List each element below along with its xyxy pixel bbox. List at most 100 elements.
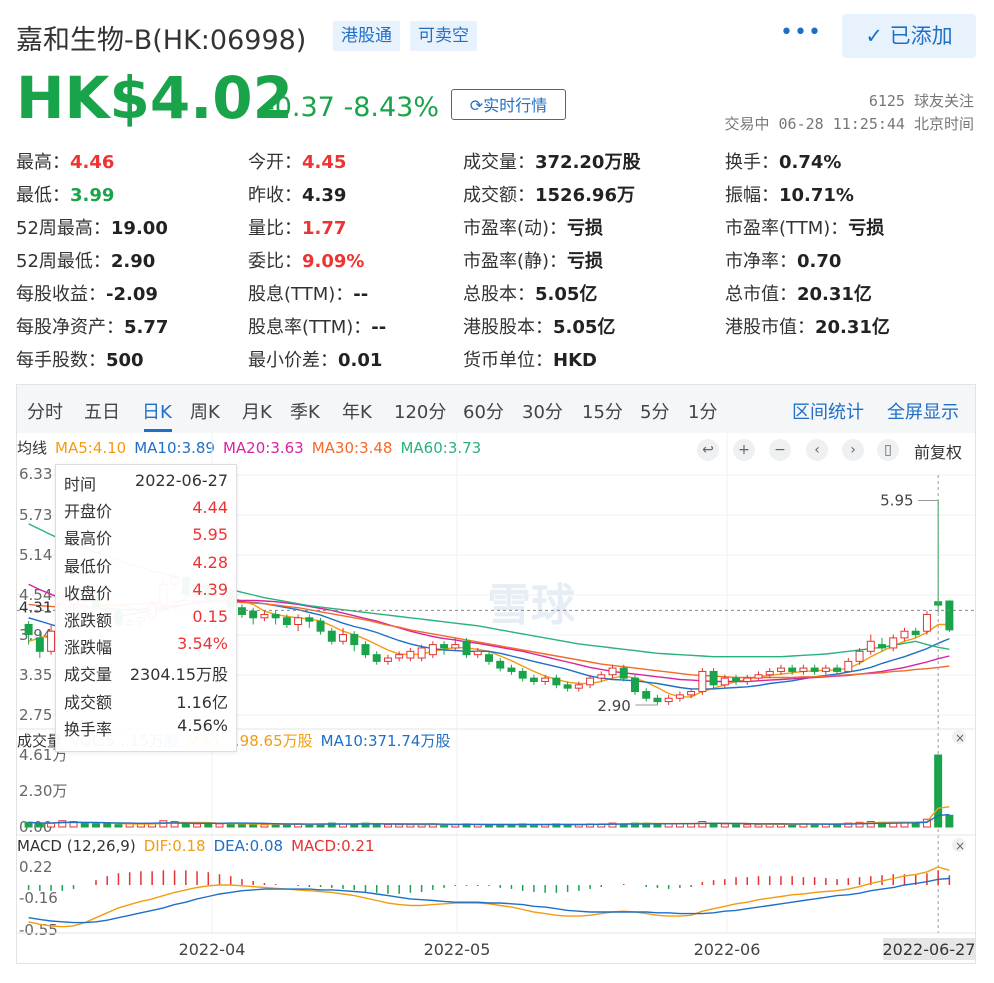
candle-body[interactable] [294, 617, 303, 625]
quote-label: 委比： [248, 251, 302, 272]
quote-label: 每手股数： [16, 350, 106, 371]
candle-body[interactable] [541, 677, 550, 682]
candle-body[interactable] [732, 677, 741, 682]
candle-body[interactable] [316, 620, 325, 632]
candle-body[interactable] [271, 613, 280, 619]
candle-body[interactable] [282, 617, 291, 625]
candle-body[interactable] [383, 657, 392, 662]
quote-label: 最高： [16, 152, 70, 173]
candle-body[interactable] [619, 667, 628, 679]
candle-body[interactable] [653, 697, 662, 703]
candle-body[interactable] [799, 667, 808, 672]
candle-body[interactable] [586, 677, 595, 686]
candle-body[interactable] [339, 634, 348, 642]
high-marker-label: 5.95 [880, 491, 913, 509]
candle-body[interactable] [249, 610, 258, 619]
candle-body[interactable] [574, 684, 583, 689]
x-axis-label: 2022-05 [424, 940, 491, 959]
candle-body[interactable] [855, 650, 864, 662]
candle-body[interactable] [675, 694, 684, 699]
volume-bar [215, 823, 224, 828]
candle-body[interactable] [743, 677, 752, 682]
candle-body[interactable] [552, 677, 561, 686]
quote-label: 市盈率(TTM)： [725, 218, 849, 239]
candle-body[interactable] [833, 667, 842, 672]
quote-field: 每手股数：500 [16, 346, 144, 372]
candle-body[interactable] [237, 607, 246, 615]
candle-body[interactable] [597, 674, 606, 679]
candle-body[interactable] [630, 677, 639, 693]
tag-short-sell[interactable]: 可卖空 [410, 21, 477, 51]
candle-body[interactable] [395, 654, 404, 659]
quote-label: 总市值： [725, 284, 797, 305]
candle-body[interactable] [529, 677, 538, 682]
candle-body[interactable] [35, 637, 44, 652]
candle-body[interactable] [866, 640, 875, 652]
more-button[interactable]: ••• [780, 20, 822, 45]
candle-body[interactable] [473, 650, 482, 656]
candle-body[interactable] [900, 630, 909, 639]
quote-label: 每股收益： [16, 284, 106, 305]
candle-body[interactable] [406, 650, 415, 659]
candle-body[interactable] [260, 613, 269, 619]
candle-body[interactable] [720, 677, 729, 686]
low-marker-label: 2.90 [597, 697, 630, 715]
tooltip-value: 0.15 [192, 607, 228, 626]
candle-body[interactable] [945, 600, 954, 631]
tooltip-label: 涨跌额 [64, 611, 113, 630]
candle-body[interactable] [922, 613, 931, 632]
followers-count: 6125 球友关注 [868, 92, 974, 110]
candle-body[interactable] [698, 670, 707, 693]
x-axis-label: 2022-04 [179, 940, 246, 959]
candle-body[interactable] [440, 644, 449, 649]
tooltip-value: 4.56% [177, 715, 228, 735]
close-macd-x[interactable]: × [955, 839, 965, 853]
tag-hk-connect[interactable]: 港股通 [333, 21, 400, 51]
candle-body[interactable] [372, 654, 381, 662]
candle-body[interactable] [878, 644, 886, 649]
quote-value: 500 [106, 350, 144, 371]
candle-body[interactable] [765, 670, 774, 676]
candle-body[interactable] [810, 667, 819, 672]
candle-body[interactable] [563, 684, 572, 689]
candle-body[interactable] [821, 667, 830, 672]
realtime-quote-button[interactable]: ⟳实时行情 [451, 89, 566, 120]
candle-body[interactable] [889, 637, 898, 649]
candle-body[interactable] [350, 634, 359, 646]
candle-body[interactable] [788, 667, 797, 672]
quote-field: 换手：0.74% [725, 148, 841, 174]
candle-body[interactable] [451, 644, 460, 649]
candle-body[interactable] [327, 630, 336, 642]
candle-body[interactable] [518, 670, 527, 679]
macd-legend: MACD (12,26,9) DIF:0.18 DEA:0.08 MACD:0.21 [17, 837, 383, 855]
candle-body[interactable] [642, 691, 651, 699]
candle-body[interactable] [428, 644, 437, 656]
macd-axis-label: -0.16 [19, 889, 58, 907]
quote-field: 52周最高：19.00 [16, 214, 168, 240]
candle-body[interactable] [754, 674, 763, 679]
candle-body[interactable] [608, 667, 617, 676]
quote-value: 5.77 [124, 317, 169, 338]
candle-body[interactable] [776, 667, 785, 672]
quote-value: 亏损 [848, 218, 885, 239]
candle-body[interactable] [709, 670, 718, 686]
candle-body[interactable] [496, 660, 505, 669]
candle-body[interactable] [911, 630, 920, 636]
candle-body[interactable] [485, 654, 493, 662]
candle-body[interactable] [24, 623, 33, 636]
close-volume-x[interactable]: × [955, 731, 965, 745]
added-watchlist-button[interactable]: ✓ 已添加 [842, 14, 976, 58]
tooltip-label: 成交量 [64, 665, 113, 685]
candle-body[interactable] [361, 644, 370, 656]
candle-body[interactable] [462, 640, 471, 656]
candle-body[interactable] [687, 691, 696, 696]
candle-body[interactable] [844, 660, 853, 672]
tooltip-row: 时间 2022-06-27 [64, 471, 228, 498]
volume-bar [698, 821, 707, 828]
candle-body[interactable] [507, 667, 516, 672]
candle-body[interactable] [305, 617, 314, 622]
candle-body[interactable] [417, 647, 426, 659]
candle-body[interactable] [47, 630, 56, 652]
quote-label: 总股本： [463, 284, 535, 305]
candle-body[interactable] [664, 697, 673, 703]
